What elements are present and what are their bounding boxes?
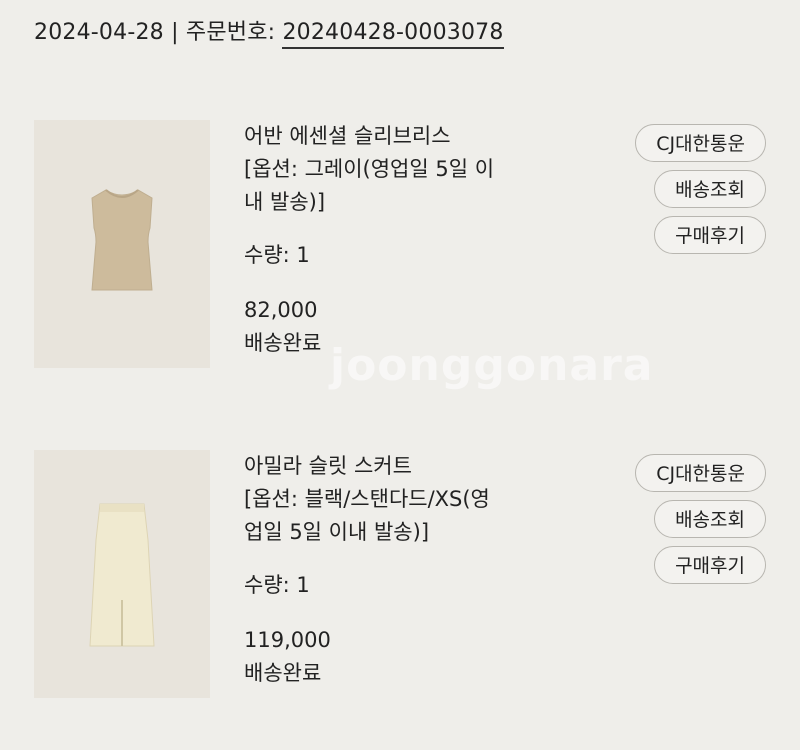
skirt-icon	[34, 450, 210, 698]
header-separator: |	[171, 20, 179, 45]
product-option-line-2: 내 발송)]	[244, 190, 326, 214]
courier-button[interactable]: CJ대한통운	[635, 124, 766, 162]
product-option-line-1: [옵션: 블랙/스탠다드/XS(영	[244, 487, 490, 511]
item-actions: CJ대한통운 배송조회 구매후기	[635, 124, 766, 254]
courier-button[interactable]: CJ대한통운	[635, 454, 766, 492]
delivery-status: 배송완료	[244, 661, 322, 685]
order-item: 아밀라 슬릿 스커트 [옵션: 블랙/스탠다드/XS(영 업일 5일 이내 발송…	[0, 450, 800, 750]
product-price: 119,000	[244, 628, 331, 652]
product-quantity: 수량: 1	[244, 573, 310, 597]
order-item: 어반 에센셜 슬리브리스 [옵션: 그레이(영업일 5일 이 내 발송)] 수량…	[0, 120, 800, 420]
item-actions: CJ대한통운 배송조회 구매후기	[635, 454, 766, 584]
order-date: 2024-04-28	[34, 20, 164, 45]
product-option-line-1: [옵션: 그레이(영업일 5일 이	[244, 157, 495, 181]
delivery-status: 배송완료	[244, 331, 322, 355]
track-delivery-button[interactable]: 배송조회	[654, 500, 766, 538]
write-review-button[interactable]: 구매후기	[654, 216, 766, 254]
product-info: 아밀라 슬릿 스커트 [옵션: 블랙/스탠다드/XS(영 업일 5일 이내 발송…	[244, 450, 574, 690]
write-review-button[interactable]: 구매후기	[654, 546, 766, 584]
product-price: 82,000	[244, 298, 318, 322]
track-delivery-button[interactable]: 배송조회	[654, 170, 766, 208]
product-quantity: 수량: 1	[244, 243, 310, 267]
product-image[interactable]	[34, 450, 210, 698]
order-header: 2024-04-28 | 주문번호: 20240428-0003078	[34, 14, 504, 49]
product-option-line-2: 업일 5일 이내 발송)]	[244, 520, 430, 544]
product-name[interactable]: 아밀라 슬릿 스커트	[244, 450, 574, 483]
order-number-label: 주문번호:	[185, 20, 276, 45]
product-info: 어반 에센셜 슬리브리스 [옵션: 그레이(영업일 5일 이 내 발송)] 수량…	[244, 120, 574, 360]
product-image[interactable]	[34, 120, 210, 368]
sleeveless-top-icon	[34, 120, 210, 368]
order-number-link[interactable]: 20240428-0003078	[282, 20, 504, 49]
product-name[interactable]: 어반 에센셜 슬리브리스	[244, 120, 574, 153]
